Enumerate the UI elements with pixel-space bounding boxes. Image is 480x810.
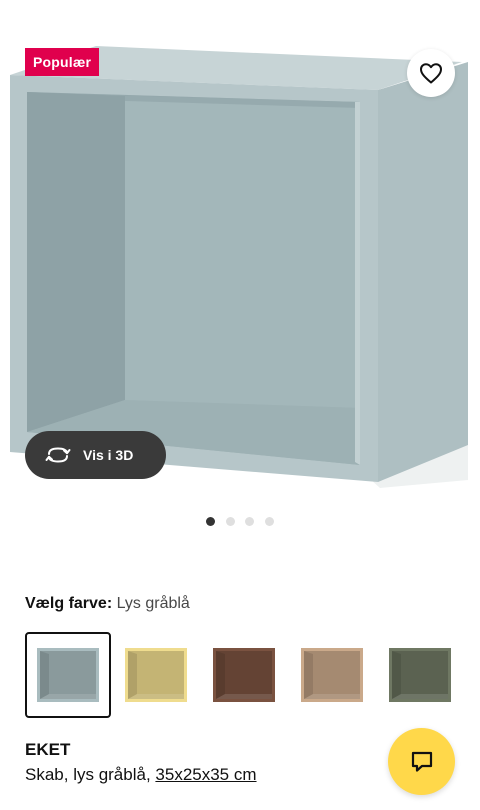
swatch-cabinet-image	[389, 648, 451, 702]
popular-badge: Populær	[25, 48, 100, 76]
swatch-cabinet-image	[213, 648, 275, 702]
gallery-dot[interactable]	[206, 517, 215, 526]
color-swatch[interactable]	[377, 632, 463, 718]
color-swatches	[25, 632, 465, 718]
gallery-dot[interactable]	[226, 517, 235, 526]
favorite-button[interactable]	[407, 49, 455, 97]
swatch-cabinet-image	[37, 648, 99, 702]
gallery-dot[interactable]	[245, 517, 254, 526]
gallery-dot[interactable]	[265, 517, 274, 526]
product-description: Skab, lys gråblå, 35x25x35 cm	[25, 764, 257, 786]
color-swatch[interactable]	[201, 632, 287, 718]
color-swatch[interactable]	[289, 632, 375, 718]
color-picker-key: Vælg farve:	[25, 595, 113, 612]
color-swatch[interactable]	[25, 632, 111, 718]
rotate-3d-icon	[45, 445, 71, 465]
swatch-cabinet-image	[125, 648, 187, 702]
product-image-gallery[interactable]: Populær Vis i 3D	[0, 0, 480, 505]
selected-color-value: Lys gråblå	[116, 595, 190, 612]
color-swatch[interactable]	[113, 632, 199, 718]
color-picker-label: Vælg farve: Lys gråblå	[25, 594, 190, 614]
product-dimensions-link[interactable]: 35x25x35 cm	[155, 765, 256, 784]
product-name: EKET	[25, 740, 71, 759]
product-type: Skab, lys gråblå,	[25, 765, 156, 784]
view-in-3d-button[interactable]: Vis i 3D	[25, 431, 166, 479]
chat-button[interactable]	[388, 728, 455, 795]
swatch-cabinet-image	[301, 648, 363, 702]
chat-icon	[411, 751, 432, 772]
view-in-3d-label: Vis i 3D	[83, 447, 134, 463]
heart-icon	[420, 63, 442, 84]
